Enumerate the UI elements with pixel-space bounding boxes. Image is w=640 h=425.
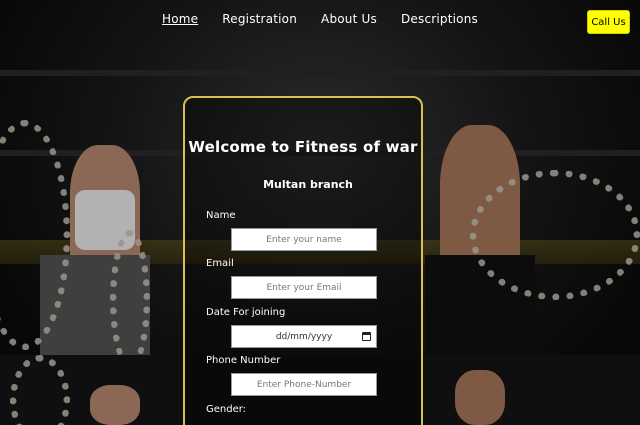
call-us-button[interactable]: Call Us bbox=[587, 10, 630, 34]
name-label: Name bbox=[206, 210, 236, 221]
join-date-label: Date For joining bbox=[206, 307, 286, 318]
branch-subtitle: Multan branch bbox=[263, 178, 353, 191]
registration-form-card: Welcome to Fitness of war Multan branch … bbox=[183, 96, 423, 425]
nav-descriptions[interactable]: Descriptions bbox=[401, 12, 478, 32]
nav-home[interactable]: Home bbox=[162, 12, 198, 32]
phone-label: Phone Number bbox=[206, 355, 281, 366]
join-date-input[interactable]: dd/mm/yyyy bbox=[231, 325, 377, 348]
date-placeholder: dd/mm/yyyy bbox=[275, 331, 333, 342]
gender-label: Gender: bbox=[206, 404, 247, 415]
email-label: Email bbox=[206, 258, 234, 269]
calendar-icon[interactable] bbox=[362, 332, 371, 341]
phone-input[interactable] bbox=[231, 373, 377, 396]
nav-about-us[interactable]: About Us bbox=[321, 12, 377, 32]
form-title: Welcome to Fitness of war bbox=[188, 138, 418, 156]
name-input[interactable] bbox=[231, 228, 377, 251]
top-nav: Home Registration About Us Descriptions bbox=[0, 12, 640, 32]
email-input[interactable] bbox=[231, 276, 377, 299]
nav-registration[interactable]: Registration bbox=[222, 12, 297, 32]
